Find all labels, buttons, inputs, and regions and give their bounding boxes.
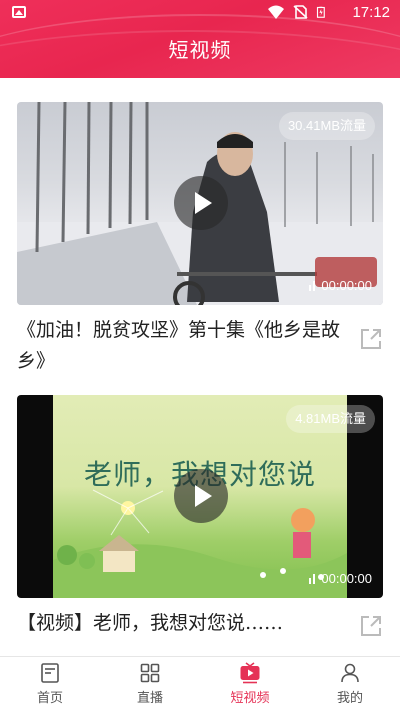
person-icon (341, 663, 359, 683)
video-thumbnail[interactable]: 老师，我想对您说 4.81MB流量 00:00:00 (17, 395, 383, 598)
tab-label: 我的 (336, 691, 363, 706)
share-icon[interactable] (359, 614, 383, 638)
play-button[interactable] (174, 176, 228, 230)
wifi-icon (268, 5, 284, 19)
bottom-tab-bar: 首页 直播 短视频 我的 (0, 656, 400, 711)
duration-label: 00:00:00 (309, 278, 372, 293)
header: 17:12 短视频 (0, 0, 400, 78)
video-title[interactable]: 《加油！脱贫攻坚》第十集《他乡是故乡》 (17, 315, 383, 377)
tab-live[interactable]: 直播 (100, 657, 200, 711)
video-title-text: 《加油！脱贫攻坚》第十集《他乡是故乡》 (17, 319, 341, 372)
app-screen: 17:12 短视频 30.41MB流量 00:00:00 《加油！脱贫攻坚》第十… (0, 0, 400, 711)
status-time: 17:12 (352, 4, 390, 21)
page-title: 短视频 (168, 38, 232, 62)
tab-label: 首页 (36, 691, 63, 706)
status-bar: 17:12 (0, 0, 400, 26)
video-title-text: 【视频】老师，我想对您说…… (17, 612, 284, 634)
duration-label: 00:00:00 (309, 571, 372, 586)
tab-home[interactable]: 首页 (0, 657, 100, 711)
gallery-notification-icon (12, 6, 26, 18)
tab-label: 直播 (136, 691, 163, 706)
tab-profile[interactable]: 我的 (300, 657, 400, 711)
duration-text: 00:00:00 (321, 278, 372, 293)
no-sim-icon (293, 5, 308, 19)
home-icon (41, 663, 59, 683)
duration-text: 00:00:00 (321, 571, 372, 586)
play-video-icon (240, 662, 260, 684)
video-card[interactable]: 30.41MB流量 00:00:00 《加油！脱贫攻坚》第十集《他乡是故乡》 (17, 102, 383, 377)
share-icon[interactable] (359, 327, 383, 351)
video-thumbnail[interactable]: 30.41MB流量 00:00:00 (17, 102, 383, 305)
video-feed[interactable]: 30.41MB流量 00:00:00 《加油！脱贫攻坚》第十集《他乡是故乡》 4… (0, 78, 400, 656)
video-title[interactable]: 【视频】老师，我想对您说…… (17, 608, 383, 639)
data-usage-badge: 4.81MB流量 (286, 405, 375, 433)
play-button[interactable] (174, 469, 228, 523)
battery-charging-icon (316, 6, 325, 18)
grid-icon (140, 663, 160, 683)
tab-short-video[interactable]: 短视频 (200, 657, 300, 711)
volume-bars-icon (309, 573, 316, 584)
video-card[interactable]: 老师，我想对您说 4.81MB流量 00:00:00 【视频】老师，我想对您说…… (17, 395, 383, 639)
volume-bars-icon (309, 280, 316, 291)
data-usage-badge: 30.41MB流量 (278, 112, 375, 140)
tab-label: 短视频 (230, 691, 270, 706)
